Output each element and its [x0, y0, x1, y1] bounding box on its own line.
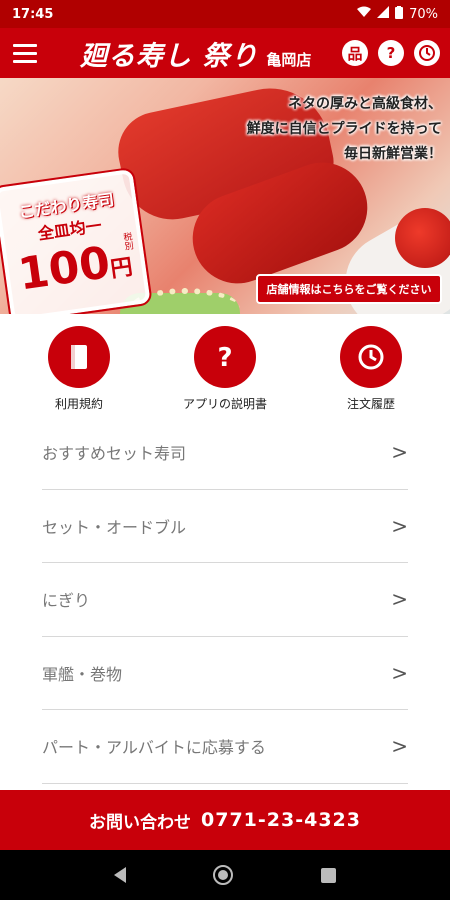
- history-clock-icon: [340, 326, 402, 388]
- menu-item-job-apply[interactable]: パート・アルバイトに応募する >: [42, 710, 408, 784]
- menu-item-label: おすすめセット寿司: [42, 444, 187, 464]
- menu-item-label: 軍艦・巻物: [42, 664, 123, 684]
- hero-copy: ネタの厚みと高級食材、 鮮度に自信とプライドを持って 毎日新鮮営業！: [247, 92, 442, 167]
- app-header: 廻る寿し 祭り 亀岡店 品 ?: [0, 28, 450, 78]
- chevron-right-icon: >: [391, 734, 408, 759]
- branch-name: 亀岡店: [266, 50, 312, 69]
- brand-logo: 廻る寿し 祭り 亀岡店: [80, 34, 311, 73]
- hamburger-menu-icon[interactable]: [0, 28, 50, 78]
- clock-icon[interactable]: [414, 40, 440, 66]
- system-nav-bar: [0, 850, 450, 900]
- menu-item-label: にぎり: [42, 591, 91, 611]
- strawberry-image: [395, 208, 450, 268]
- chevron-right-icon: >: [391, 513, 408, 538]
- home-icon[interactable]: [213, 865, 234, 885]
- back-icon[interactable]: [113, 867, 126, 883]
- menu-list: おすすめセット寿司 > セット・オードブル > にぎり > 軍艦・巻物 > パー…: [42, 416, 408, 784]
- wifi-icon: [357, 6, 372, 22]
- price-badge: こだわり寿司 全皿均一 100円 税別: [0, 166, 153, 314]
- menu-item-label: セット・オードブル: [42, 517, 187, 537]
- battery-level: 70%: [409, 6, 438, 22]
- recents-icon[interactable]: [321, 867, 337, 883]
- hero-copy-line: 鮮度に自信とプライドを持って: [246, 121, 442, 137]
- svg-text:?: ?: [217, 343, 232, 372]
- menu-item-nigiri[interactable]: にぎり >: [42, 563, 408, 637]
- order-history-link[interactable]: 注文履歴: [326, 326, 416, 418]
- brand-name: 廻る寿し 祭り: [80, 40, 259, 72]
- contact-bar[interactable]: お問い合わせ 0771-23-4323: [0, 790, 450, 850]
- store-info-button[interactable]: 店舗情報はこちらをご覧ください: [256, 274, 442, 304]
- header-actions: 品 ?: [342, 40, 440, 66]
- chevron-right-icon: >: [391, 440, 408, 465]
- hero-copy-line: 毎日新鮮営業！: [344, 146, 442, 162]
- status-icons: 70%: [357, 5, 438, 23]
- menu-item-gunkan-maki[interactable]: 軍艦・巻物 >: [42, 637, 408, 710]
- quick-links: 利用規約 ? アプリの説明書 注文履歴: [0, 326, 450, 418]
- quick-link-label: 利用規約: [54, 397, 103, 411]
- help-icon[interactable]: ?: [378, 40, 404, 66]
- badge-tax: 税別: [120, 231, 134, 251]
- app-guide-link[interactable]: ? アプリの説明書: [180, 326, 270, 418]
- badge-price: 100: [15, 237, 114, 301]
- quick-link-label: アプリの説明書: [182, 397, 267, 411]
- status-bar: 17:45 70%: [0, 0, 450, 28]
- menu-book-icon[interactable]: 品: [342, 40, 368, 66]
- hero-banner: こだわり寿司 全皿均一 100円 税別 ネタの厚みと高級食材、 鮮度に自信とプラ…: [0, 78, 450, 314]
- chevron-right-icon: >: [391, 660, 408, 685]
- hero-copy-line: ネタの厚みと高級食材、: [288, 96, 442, 112]
- menu-item-recommended-set[interactable]: おすすめセット寿司 >: [42, 416, 408, 490]
- chevron-right-icon: >: [391, 587, 408, 612]
- terms-link[interactable]: 利用規約: [34, 326, 124, 418]
- menu-item-set-hors-doeuvre[interactable]: セット・オードブル >: [42, 490, 408, 563]
- status-time: 17:45: [12, 6, 54, 22]
- contact-label: お問い合わせ: [89, 812, 191, 833]
- signal-icon: [377, 6, 390, 22]
- contact-phone: 0771-23-4323: [201, 809, 361, 831]
- menu-item-label: パート・アルバイトに応募する: [42, 738, 266, 758]
- battery-icon: [395, 5, 404, 23]
- question-icon: ?: [194, 326, 256, 388]
- badge-yen: 円: [109, 254, 135, 283]
- book-icon: [48, 326, 110, 388]
- quick-link-label: 注文履歴: [346, 397, 395, 411]
